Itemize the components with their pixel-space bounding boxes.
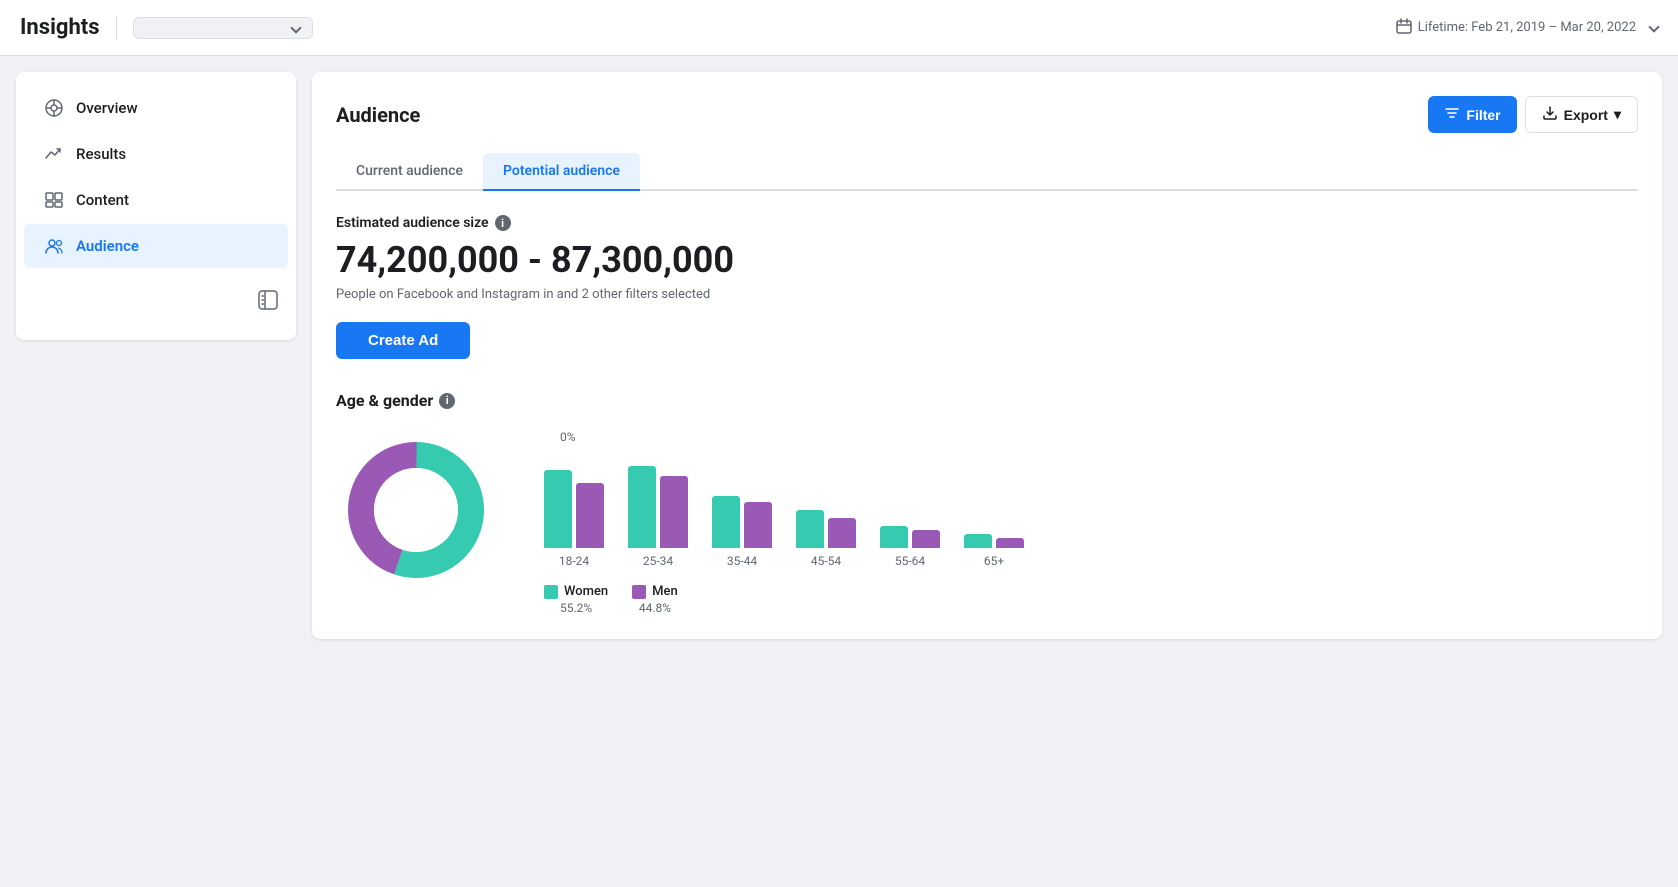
bar-label-25-34: 25-34: [643, 554, 673, 568]
sidebar-item-content[interactable]: Content: [24, 178, 288, 222]
age-gender-section-title: Age & gender i: [336, 391, 1638, 410]
main-layout: Overview Results Content: [0, 56, 1678, 887]
filter-label: Filter: [1466, 107, 1500, 123]
bar-group-25-34: 25-34: [628, 448, 688, 568]
bar-label-45-54: 45-54: [811, 554, 841, 568]
bar-label-65plus: 65+: [984, 554, 1004, 568]
content-area: Audience Filter: [296, 56, 1678, 887]
sidebar-bottom: [16, 276, 296, 328]
bar-women-35-44: [712, 496, 740, 548]
bar-women-45-54: [796, 510, 824, 548]
audience-icon: [44, 236, 64, 256]
sidebar-item-overview[interactable]: Overview: [24, 86, 288, 130]
legend-men-pct: 44.8%: [639, 601, 671, 615]
legend-men-color: [632, 585, 646, 599]
overview-icon: [44, 98, 64, 118]
page-title: Insights: [20, 15, 100, 40]
bar-chart-area: 0% 18-24: [536, 430, 1638, 615]
bar-chart: 18-24 25-34: [536, 448, 1638, 568]
bar-men-45-54: [828, 518, 856, 548]
bar-group-55-64: 55-64: [880, 448, 940, 568]
bar-label-35-44: 35-44: [727, 554, 757, 568]
bar-women-18-24: [544, 470, 572, 548]
audience-section-title: Audience: [336, 103, 420, 127]
bar-women-65plus: [964, 534, 992, 548]
bar-group-65plus: 65+: [964, 448, 1024, 568]
audience-tabs: Current audience Potential audience: [336, 153, 1638, 191]
sidebar-overview-label: Overview: [76, 99, 138, 117]
bar-group-45-54: 45-54: [796, 448, 856, 568]
bar-men-18-24: [576, 483, 604, 548]
y-axis-zero: 0%: [560, 430, 576, 444]
sidebar-item-results[interactable]: Results: [24, 132, 288, 176]
header-actions: Filter Export ▾: [1428, 96, 1638, 133]
donut-chart: [336, 430, 496, 590]
date-range-text: Lifetime: Feb 21, 2019 – Mar 20, 2022: [1418, 20, 1636, 35]
date-chevron-icon: [1642, 20, 1658, 35]
content-icon: [44, 190, 64, 210]
chart-legend: Women 55.2% Men 44.8%: [536, 584, 1638, 615]
calendar-icon: [1396, 18, 1412, 38]
bar-women-55-64: [880, 526, 908, 548]
bar-group-35-44: 35-44: [712, 448, 772, 568]
estimated-size-label: Estimated audience size i: [336, 215, 1638, 231]
create-ad-button[interactable]: Create Ad: [336, 322, 470, 359]
age-gender-info-icon[interactable]: i: [439, 393, 455, 409]
bar-women-25-34: [628, 466, 656, 548]
legend-women-pct: 55.2%: [560, 601, 592, 615]
estimated-size-info-icon[interactable]: i: [495, 215, 511, 231]
audience-size-value: 74,200,000 - 87,300,000: [336, 239, 1638, 281]
legend-item-women: Women 55.2%: [544, 584, 608, 615]
sidebar: Overview Results Content: [16, 72, 296, 340]
top-header: Insights Lifetime: Feb 21, 2019 – Mar 20…: [0, 0, 1678, 56]
sidebar-toggle-icon[interactable]: [256, 288, 280, 316]
tab-current-audience[interactable]: Current audience: [336, 153, 483, 191]
tab-potential-audience[interactable]: Potential audience: [483, 153, 640, 191]
donut-chart-container: [336, 430, 496, 590]
header-divider: [116, 16, 117, 40]
export-icon: [1542, 105, 1558, 124]
bar-label-55-64: 55-64: [895, 554, 925, 568]
page-selector-dropdown[interactable]: [133, 17, 313, 39]
sidebar-audience-label: Audience: [76, 237, 139, 255]
filter-icon: [1444, 105, 1460, 124]
bar-men-55-64: [912, 530, 940, 548]
bar-men-35-44: [744, 502, 772, 548]
sidebar-item-audience[interactable]: Audience: [24, 224, 288, 268]
audience-card: Audience Filter: [312, 72, 1662, 639]
filter-button[interactable]: Filter: [1428, 96, 1516, 133]
export-label: Export: [1564, 107, 1608, 123]
bar-label-18-24: 18-24: [559, 554, 589, 568]
results-icon: [44, 144, 64, 164]
chevron-down-icon: [290, 22, 301, 33]
bar-group-18-24: 18-24: [544, 448, 604, 568]
sidebar-content-label: Content: [76, 191, 129, 209]
legend-item-men: Men 44.8%: [632, 584, 678, 615]
bar-men-25-34: [660, 476, 688, 548]
export-chevron-icon: ▾: [1614, 106, 1621, 123]
date-range-selector[interactable]: Lifetime: Feb 21, 2019 – Mar 20, 2022: [1396, 18, 1658, 38]
export-button[interactable]: Export ▾: [1525, 96, 1638, 133]
sidebar-results-label: Results: [76, 145, 126, 163]
audience-description: People on Facebook and Instagram in and …: [336, 287, 1638, 302]
audience-section-header: Audience Filter: [336, 96, 1638, 133]
bar-men-65plus: [996, 538, 1024, 548]
legend-men-label: Men: [652, 584, 678, 599]
legend-women-color: [544, 585, 558, 599]
age-gender-chart: 0% 18-24: [336, 430, 1638, 615]
legend-women-label: Women: [564, 584, 608, 599]
